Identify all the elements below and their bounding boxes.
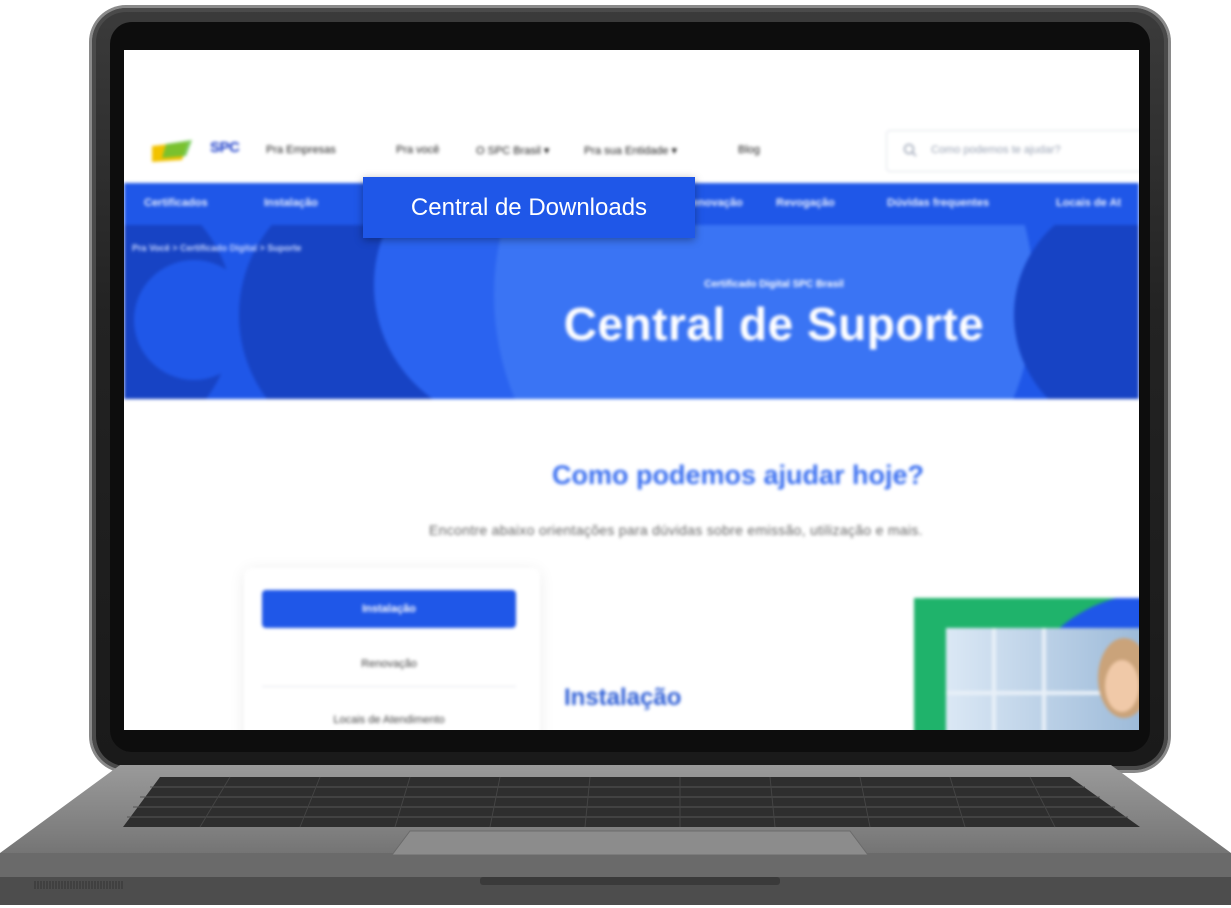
website: SPC Pra Empresas Pra você O SPC Brasil ▾… (124, 50, 1139, 730)
search-placeholder: Como podemos te ajudar? (931, 144, 1061, 156)
subnav-duvidas-frequentes[interactable]: Dúvidas frequentes (887, 197, 989, 209)
section-title: Instalação (564, 684, 682, 711)
nav-blog[interactable]: Blog (738, 144, 760, 156)
nav-pra-voce[interactable]: Pra você (396, 144, 439, 156)
breadcrumb: Pra Você > Certificado Digital > Suporte (132, 243, 302, 253)
search-input[interactable]: Como podemos te ajudar? (886, 130, 1139, 172)
spc-logo[interactable]: SPC (152, 138, 240, 164)
laptop-keyboard-base (0, 765, 1231, 905)
promo-image (914, 598, 1139, 730)
search-icon (903, 143, 917, 157)
nav-o-spc-brasil[interactable]: O SPC Brasil ▾ (476, 144, 549, 157)
nav-pra-empresas[interactable]: Pra Empresas (266, 144, 336, 156)
logo-text: SPC (210, 139, 240, 156)
menu-item-instalacao[interactable]: Instalação (262, 590, 516, 628)
hero-kicker: Certificado Digital SPC Brasil (704, 279, 844, 290)
support-menu-card: Instalação Renovação Locais de Atendimen… (244, 568, 540, 730)
help-subtitle: Encontre abaixo orientações para dúvidas… (429, 522, 923, 538)
subnav-certificados[interactable]: Certificados (144, 197, 208, 209)
menu-item-renovacao[interactable]: Renovação (262, 658, 516, 670)
help-title: Como podemos ajudar hoje? (552, 460, 925, 490)
site-header: SPC Pra Empresas Pra você O SPC Brasil ▾… (124, 122, 1139, 180)
subnav-locais-de-atendimento[interactable]: Locais de At (1056, 197, 1121, 209)
subnav-instalacao[interactable]: Instalação (264, 197, 318, 209)
subnav-revogacao[interactable]: Revogação (776, 197, 835, 209)
hero-banner: Pra Você > Certificado Digital > Suporte… (124, 225, 1139, 399)
logo-mark-icon (152, 140, 192, 162)
menu-item-locais-de-atendimento[interactable]: Locais de Atendimento (262, 714, 516, 726)
nav-pra-sua-entidade[interactable]: Pra sua Entidade ▾ (584, 144, 677, 157)
laptop-screen: SPC Pra Empresas Pra você O SPC Brasil ▾… (124, 50, 1139, 730)
central-de-downloads-tooltip[interactable]: Central de Downloads (363, 177, 695, 238)
menu-divider (262, 686, 516, 687)
hero-title: Central de Suporte (563, 298, 985, 350)
promo-photo-icon (946, 598, 1139, 730)
